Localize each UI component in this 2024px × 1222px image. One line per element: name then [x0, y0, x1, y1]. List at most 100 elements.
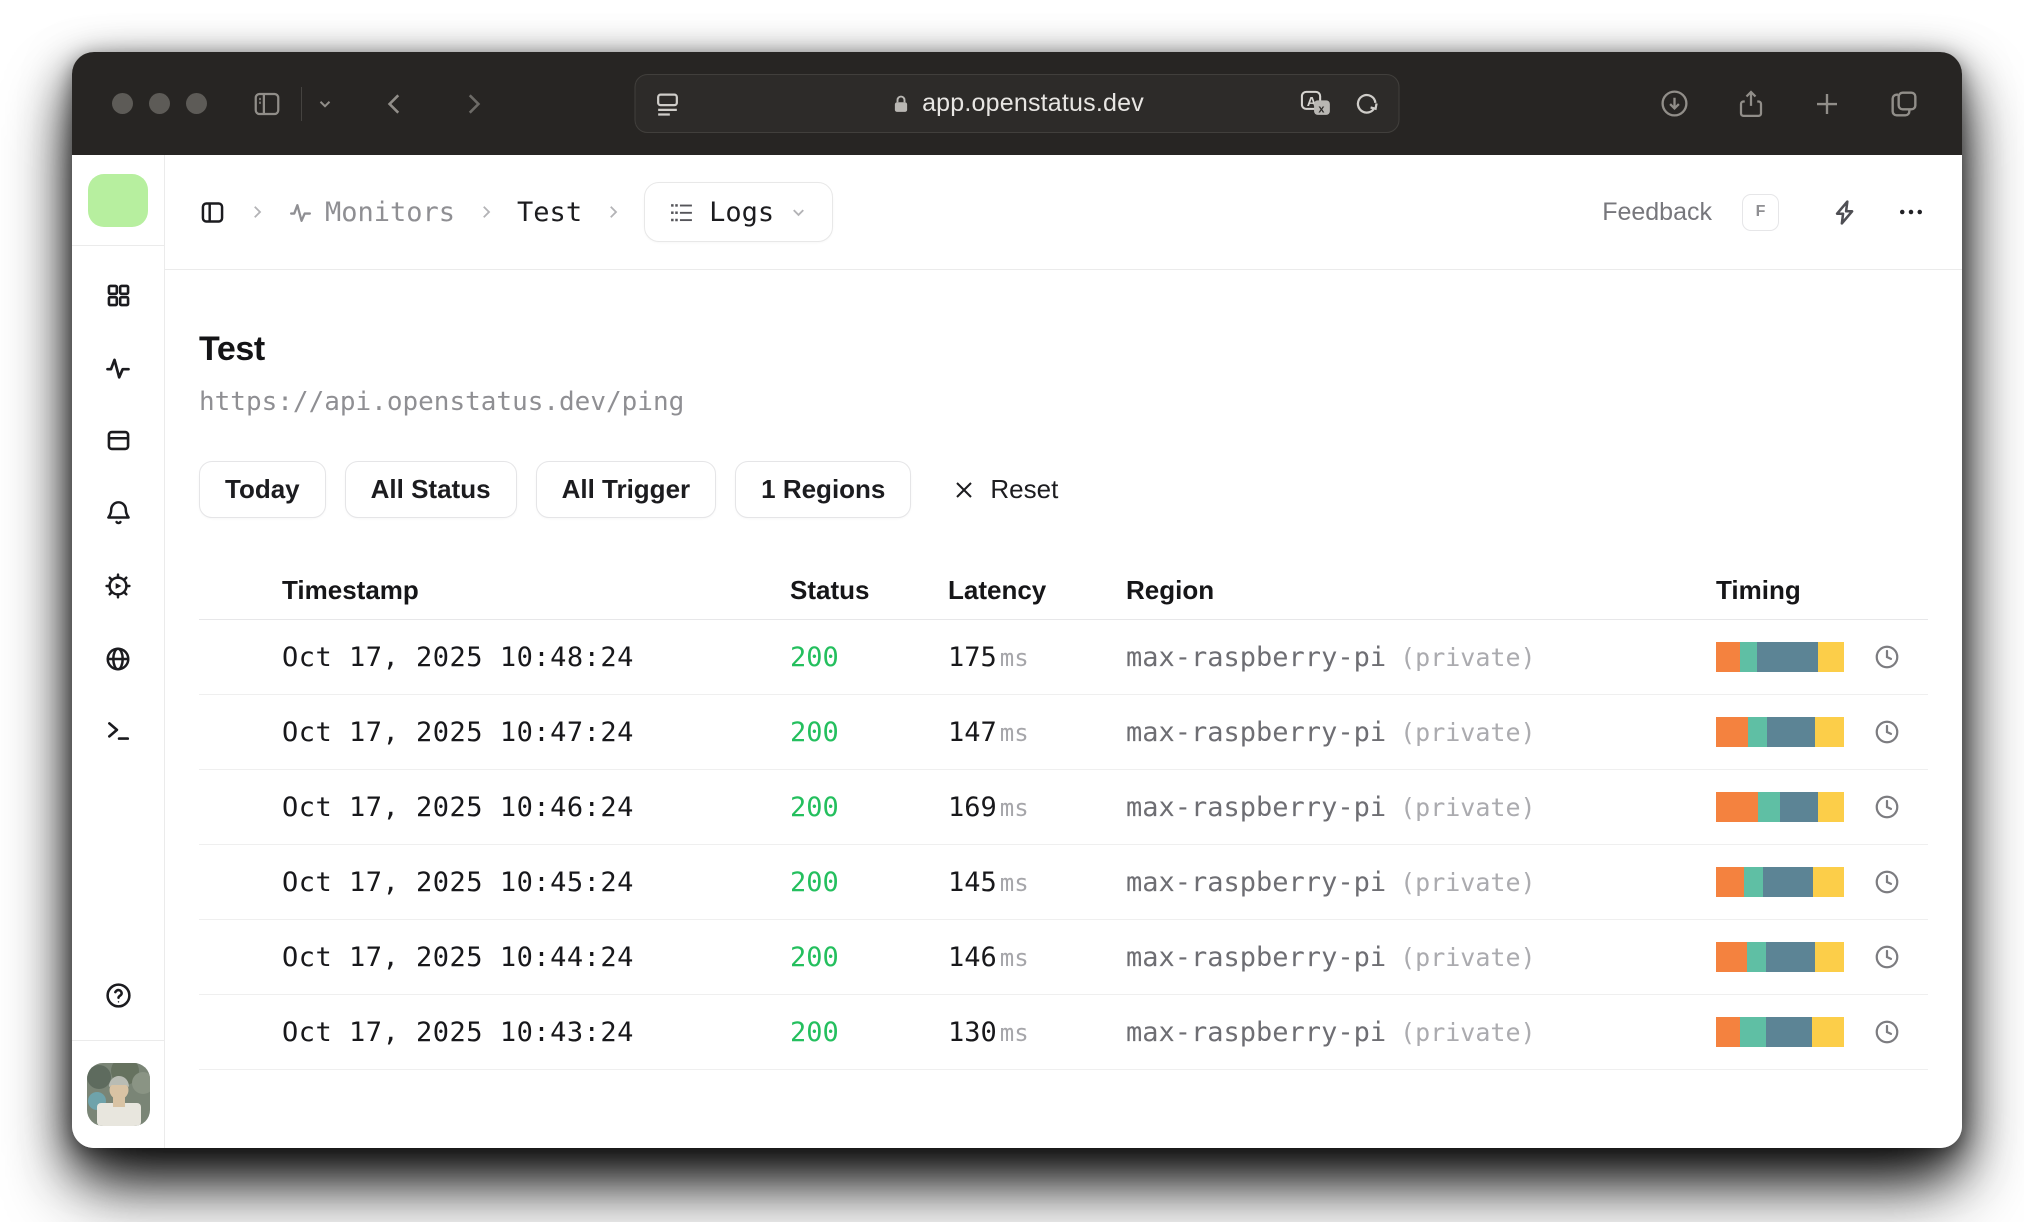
sidebar-toggle-icon[interactable] — [251, 89, 283, 119]
help-icon[interactable] — [104, 981, 133, 1010]
log-latency: 169 ms — [903, 792, 1081, 823]
latency-unit: ms — [999, 793, 1029, 822]
latency-unit: ms — [999, 868, 1029, 897]
browser-window: app.openstatus.dev Ax Monitors Test Logs… — [72, 52, 1962, 1148]
filter-status-button[interactable]: All Status — [344, 461, 517, 518]
address-bar[interactable]: app.openstatus.dev Ax — [634, 74, 1400, 133]
log-region: max-raspberry-pi (private) — [1081, 642, 1671, 673]
region-note: (private) — [1400, 1017, 1536, 1047]
svg-text:x: x — [1318, 103, 1324, 115]
minimize-button[interactable] — [149, 93, 170, 114]
workspace-logo[interactable] — [88, 173, 148, 227]
log-row[interactable]: Oct 17, 2025 10:45:24 200 145 ms max-rasp… — [199, 845, 1928, 920]
traffic-lights[interactable] — [112, 93, 207, 114]
download-icon[interactable] — [1659, 88, 1690, 119]
log-timing — [1671, 642, 1928, 672]
translate-icon[interactable]: Ax — [1300, 89, 1334, 119]
filter-date-button[interactable]: Today — [199, 461, 326, 518]
share-icon[interactable] — [1736, 88, 1766, 120]
log-timestamp: Oct 17, 2025 10:43:24 — [282, 1016, 634, 1048]
log-timestamp: Oct 17, 2025 10:44:24 — [282, 941, 634, 973]
reader-icon[interactable] — [654, 90, 682, 118]
timing-segment — [1818, 792, 1844, 822]
clock-icon[interactable] — [1873, 1018, 1901, 1046]
forward-button[interactable] — [460, 89, 486, 119]
latency-unit: ms — [999, 1018, 1029, 1047]
timing-segment — [1765, 942, 1815, 972]
clock-icon[interactable] — [1873, 793, 1901, 821]
activity-icon — [288, 200, 313, 225]
log-row[interactable]: Oct 17, 2025 10:44:24 200 146 ms max-rasp… — [199, 920, 1928, 995]
timing-bar — [1716, 792, 1844, 822]
zoom-button[interactable] — [186, 93, 207, 114]
log-timing — [1671, 717, 1928, 747]
feedback-shortcut-badge: F — [1742, 193, 1779, 231]
timing-segment — [1716, 717, 1748, 747]
timing-segment — [1767, 717, 1815, 747]
log-row[interactable]: Oct 17, 2025 10:46:24 200 169 ms max-rasp… — [199, 770, 1928, 845]
timing-segment — [1779, 792, 1819, 822]
breadcrumb-monitors[interactable]: Monitors — [288, 197, 455, 228]
feedback-button[interactable]: Feedback — [1602, 198, 1712, 227]
log-status-code: 200 — [790, 791, 839, 823]
settings-icon[interactable] — [104, 572, 132, 600]
column-header-timing[interactable]: Timing — [1671, 575, 1928, 606]
log-row[interactable]: Oct 17, 2025 10:48:24 200 175 ms max-rasp… — [199, 620, 1928, 695]
region-note: (private) — [1400, 642, 1536, 672]
column-header-region[interactable]: Region — [1081, 575, 1671, 606]
latency-unit: ms — [999, 643, 1029, 672]
region-note: (private) — [1400, 792, 1536, 822]
terminal-icon[interactable] — [104, 718, 132, 744]
region-name: max-raspberry-pi — [1126, 791, 1387, 823]
column-header-status[interactable]: Status — [745, 575, 903, 606]
page-title: Test — [199, 330, 265, 368]
back-button[interactable] — [382, 89, 408, 119]
filter-trigger-button[interactable]: All Trigger — [535, 461, 717, 518]
log-status-code: 200 — [790, 866, 839, 898]
log-status-code: 200 — [790, 716, 839, 748]
notifications-icon[interactable] — [105, 499, 132, 527]
filter-regions-button[interactable]: 1 Regions — [735, 461, 912, 518]
log-timestamp: Oct 17, 2025 10:46:24 — [282, 791, 634, 823]
panel-toggle-icon[interactable] — [199, 199, 226, 226]
clock-icon[interactable] — [1873, 943, 1901, 971]
timing-segment — [1814, 942, 1844, 972]
column-header-latency[interactable]: Latency — [903, 575, 1081, 606]
address-text: app.openstatus.dev — [922, 89, 1144, 117]
log-status-code: 200 — [790, 1016, 839, 1048]
reset-filters-button[interactable]: Reset — [952, 474, 1058, 505]
new-tab-icon[interactable] — [1812, 89, 1842, 119]
breadcrumb-monitor-name[interactable]: Test — [517, 197, 582, 228]
monitors-icon[interactable] — [104, 354, 132, 382]
log-timestamp: Oct 17, 2025 10:47:24 — [282, 716, 634, 748]
log-timing — [1671, 792, 1928, 822]
user-avatar[interactable] — [86, 1063, 150, 1126]
timing-bar — [1716, 642, 1844, 672]
clock-icon[interactable] — [1873, 718, 1901, 746]
log-status-code: 200 — [790, 641, 839, 673]
chevron-down-icon[interactable] — [316, 95, 334, 113]
timing-segment — [1763, 867, 1814, 897]
view-selector-logs[interactable]: Logs — [644, 182, 834, 242]
globe-icon[interactable] — [104, 645, 132, 673]
timing-segment — [1716, 867, 1745, 897]
timing-segment — [1756, 642, 1819, 672]
log-row[interactable]: Oct 17, 2025 10:43:24 200 130 ms max-rasp… — [199, 995, 1928, 1070]
chevron-right-icon — [604, 203, 622, 221]
timing-segment — [1740, 642, 1757, 672]
command-bolt-icon[interactable] — [1831, 198, 1860, 227]
reload-icon[interactable] — [1354, 90, 1381, 118]
clock-icon[interactable] — [1873, 643, 1901, 671]
dashboard-icon[interactable] — [105, 282, 132, 309]
more-options-icon[interactable] — [1896, 197, 1926, 227]
region-note: (private) — [1400, 867, 1536, 897]
region-name: max-raspberry-pi — [1126, 866, 1387, 898]
column-header-timestamp[interactable]: Timestamp — [245, 575, 745, 606]
timing-segment — [1758, 792, 1780, 822]
status-pages-icon[interactable] — [105, 427, 132, 454]
close-button[interactable] — [112, 93, 133, 114]
tab-overview-icon[interactable] — [1888, 88, 1920, 120]
clock-icon[interactable] — [1873, 868, 1901, 896]
log-row[interactable]: Oct 17, 2025 10:47:24 200 147 ms max-rasp… — [199, 695, 1928, 770]
latency-value: 130 — [948, 1016, 997, 1048]
